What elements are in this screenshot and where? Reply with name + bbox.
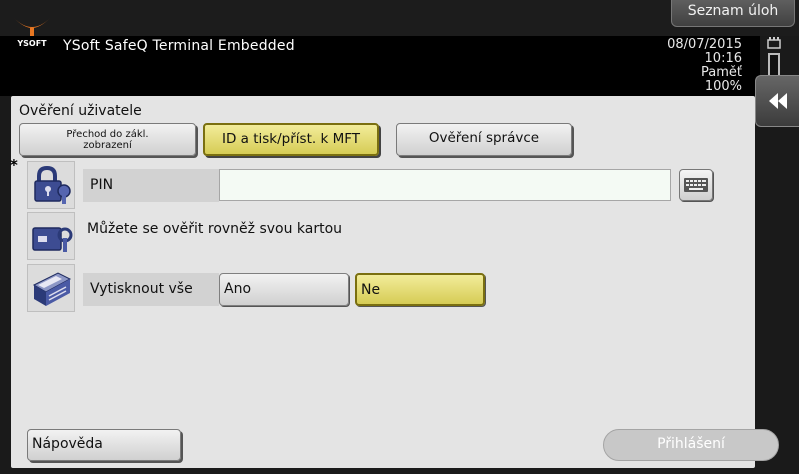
pin-input[interactable] [219,169,671,201]
login-button[interactable]: Přihlášení [603,429,779,461]
ysoft-logo: YSOFT [14,18,50,48]
app-title: YSoft SafeQ Terminal Embedded [63,38,295,54]
print-all-label: Vytisknout vše [83,273,219,306]
required-mark: * [10,156,18,174]
lock-key-icon [27,161,75,209]
card-reader-icon [27,212,75,260]
time-text: 10:16 [704,51,742,66]
double-chevron-left-icon [769,93,787,109]
printer-icon [27,264,75,312]
keyboard-button[interactable] [679,169,713,201]
print-all-no-button[interactable]: Ne [355,273,485,306]
memory-icon [767,37,781,49]
date-text: 08/07/2015 [667,37,742,52]
help-button[interactable]: Nápověda [27,429,181,461]
pin-label: PIN [83,169,219,202]
tab-id-print[interactable]: ID a tisk/příst. k MFT [203,123,379,156]
collapse-panel-button[interactable] [755,75,799,127]
logo-wordmark: YSOFT [16,39,47,48]
print-all-yes-button[interactable]: Ano [219,273,349,306]
tab-basic-view[interactable]: Přechod do zákl. zobrazení [19,123,196,156]
section-title: Ověření uživatele [19,103,142,119]
tab-id-print-label: ID a tisk/příst. k MFT [222,131,360,147]
tab-basic-view-label: Přechod do zákl. zobrazení [66,129,149,151]
memory-value: 100% [704,79,742,94]
status-block: 08/07/2015 10:16 Paměť 100% [667,38,742,94]
tab-admin-auth-label: Ověření správce [428,130,540,146]
job-list-button[interactable]: Seznam úloh [671,0,795,27]
tab-admin-auth[interactable]: Ověření správce [396,123,572,156]
top-bar: Seznam úloh [0,0,799,36]
keyboard-icon [684,178,708,192]
memory-label: Paměť [701,65,742,80]
card-auth-text: Můžete se ověřit rovněž svou kartou [87,221,343,237]
